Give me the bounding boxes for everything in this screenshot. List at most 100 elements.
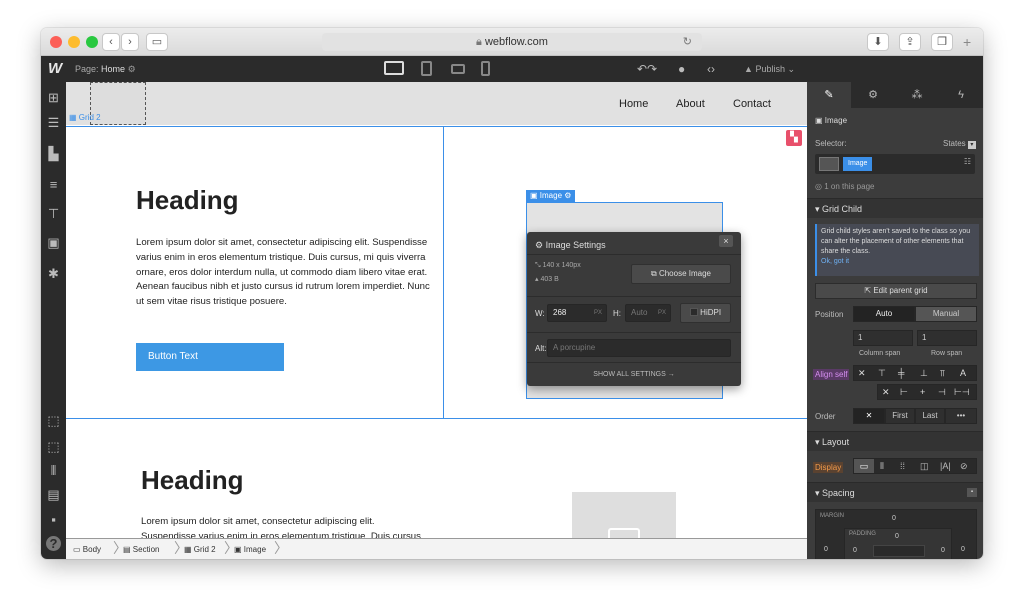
- align-bottom-icon[interactable]: ⊥: [920, 366, 928, 380]
- back-button[interactable]: ‹: [102, 33, 120, 51]
- align-none-icon[interactable]: ✕: [858, 366, 866, 380]
- justify-stretch-icon[interactable]: ⊢⊣: [954, 385, 970, 399]
- reload-icon[interactable]: ↻: [683, 33, 692, 51]
- image-placeholder[interactable]: [572, 492, 676, 538]
- code-icon[interactable]: ‹›: [707, 62, 715, 76]
- display-block-icon[interactable]: ▭: [854, 459, 874, 473]
- selector-menu-icon[interactable]: ☷: [964, 157, 971, 166]
- publish-button[interactable]: ▲ Publish ⌄: [744, 64, 795, 75]
- downloads-button[interactable]: ⬇: [867, 33, 889, 51]
- column-span-input[interactable]: 1: [853, 330, 913, 346]
- tablet-device-icon[interactable]: [421, 61, 432, 76]
- settings-gear-icon[interactable]: ✱: [46, 266, 61, 281]
- tab-style-manager[interactable]: ⁂: [895, 82, 939, 108]
- design-canvas[interactable]: Home About Contact ▦ Grid 2 ▚ Heading Lo…: [66, 82, 807, 538]
- section1-heading[interactable]: Heading: [136, 185, 239, 216]
- section1-paragraph[interactable]: Lorem ipsum dolor sit amet, consectetur …: [136, 236, 432, 310]
- order-more[interactable]: •••: [945, 408, 977, 424]
- spacing-header[interactable]: ▾ Spacing ▪: [807, 482, 983, 502]
- tab-settings[interactable]: ⚙: [851, 82, 895, 108]
- close-window-button[interactable]: [50, 36, 62, 48]
- assets-icon[interactable]: ▣: [46, 235, 61, 250]
- order-last[interactable]: Last: [915, 408, 945, 424]
- breadcrumb-body[interactable]: ▭ Body: [73, 545, 101, 554]
- alt-text-input[interactable]: A porcupine: [547, 339, 731, 357]
- margin-right-value[interactable]: 0: [961, 546, 965, 553]
- nav-link-about[interactable]: About: [676, 98, 705, 110]
- forward-button[interactable]: ›: [121, 33, 139, 51]
- breadcrumb-section[interactable]: ▤ Section: [123, 545, 159, 554]
- padding-top-value[interactable]: 0: [895, 533, 899, 540]
- tabs-button[interactable]: ❐: [931, 33, 953, 51]
- close-popup-button[interactable]: ×: [719, 235, 733, 247]
- pages-icon[interactable]: ▙: [46, 146, 61, 161]
- grid-guides-icon[interactable]: ⦀: [46, 463, 61, 478]
- width-input[interactable]: 268 PX: [547, 304, 607, 322]
- select-cursor-icon[interactable]: ⬚: [46, 413, 61, 428]
- minimize-window-button[interactable]: [68, 36, 80, 48]
- layout-header[interactable]: ▾ Layout: [807, 431, 983, 451]
- maximize-window-button[interactable]: [86, 36, 98, 48]
- preview-mode-icon[interactable]: ▤: [46, 487, 61, 502]
- choose-image-button[interactable]: ⧉ Choose Image: [631, 264, 731, 284]
- sidebar-button[interactable]: ▭: [146, 33, 168, 51]
- margin-box[interactable]: MARGIN 0 0 0 PADDING 0 0 0 0: [815, 509, 977, 559]
- share-button[interactable]: ⇪: [899, 33, 921, 51]
- order-none[interactable]: ✕: [853, 408, 885, 424]
- align-center-icon[interactable]: ╪: [898, 366, 904, 380]
- navigator-icon[interactable]: ☰: [46, 115, 61, 130]
- nav-link-contact[interactable]: Contact: [733, 98, 771, 110]
- justify-none-icon[interactable]: ✕: [882, 385, 890, 399]
- undo-redo-icon[interactable]: ↶↷: [637, 62, 657, 76]
- position-auto[interactable]: Auto: [853, 306, 915, 322]
- display-grid-icon[interactable]: ⁞⁞: [900, 459, 905, 473]
- display-inline-block-icon[interactable]: ◫: [920, 459, 929, 473]
- grid-edit-badge[interactable]: ▚: [786, 130, 802, 146]
- gear-icon[interactable]: ⚙: [564, 191, 571, 200]
- padding-right-value[interactable]: 0: [941, 547, 945, 554]
- margin-top-value[interactable]: 0: [892, 515, 896, 522]
- section2-paragraph[interactable]: Lorem ipsum dolor sit amet, consectetur …: [141, 515, 431, 538]
- mobile-portrait-icon[interactable]: [481, 61, 490, 76]
- cms-icon[interactable]: ≡: [46, 177, 61, 192]
- ecommerce-icon[interactable]: ⊤: [46, 206, 61, 221]
- add-panel-icon[interactable]: ⊞: [46, 90, 61, 105]
- justify-end-icon[interactable]: ⊣: [938, 385, 946, 399]
- align-stretch-icon[interactable]: ⫪: [940, 366, 945, 380]
- height-input[interactable]: Auto PX: [625, 304, 671, 322]
- padding-box[interactable]: PADDING 0 0 0 0: [844, 528, 952, 559]
- help-icon[interactable]: ?: [46, 536, 61, 551]
- address-bar[interactable]: 🔒︎ webflow.com ↻: [322, 33, 702, 51]
- align-top-icon[interactable]: ⊤: [878, 366, 886, 380]
- preview-icon[interactable]: ●: [678, 62, 685, 76]
- selector-chip[interactable]: Image: [843, 157, 873, 171]
- position-manual[interactable]: Manual: [915, 306, 977, 322]
- nav-link-home[interactable]: Home: [619, 98, 648, 110]
- tab-style[interactable]: ✎: [807, 82, 851, 108]
- justify-start-icon[interactable]: ⊢: [900, 385, 908, 399]
- tab-interactions[interactable]: ϟ: [939, 82, 983, 108]
- xray-icon[interactable]: ⬚: [46, 439, 61, 454]
- mobile-landscape-icon[interactable]: [451, 64, 465, 74]
- webflow-logo[interactable]: W: [48, 60, 62, 77]
- selector-field[interactable]: Image ☷: [815, 154, 975, 174]
- breadcrumb-grid[interactable]: ▦ Grid 2: [184, 545, 216, 554]
- hidpi-checkbox[interactable]: [689, 308, 698, 316]
- section2-heading[interactable]: Heading: [141, 465, 244, 496]
- justify-center-icon[interactable]: +: [920, 385, 925, 399]
- order-first[interactable]: First: [885, 408, 915, 424]
- breadcrumb-image[interactable]: ▣ Image: [234, 545, 266, 554]
- navbar[interactable]: Home About Contact ▦ Grid 2: [66, 82, 807, 125]
- page-selector[interactable]: Page: Home ⚙: [75, 64, 136, 75]
- align-baseline-icon[interactable]: A: [960, 366, 966, 380]
- edit-parent-grid-button[interactable]: ⇱ Edit parent grid: [815, 283, 977, 299]
- show-all-settings-link[interactable]: SHOW ALL SETTINGS →: [527, 362, 741, 386]
- hidpi-toggle[interactable]: HiDPI: [680, 303, 731, 323]
- display-inline-icon[interactable]: |A|: [940, 459, 951, 473]
- row-span-input[interactable]: 1: [917, 330, 977, 346]
- desktop-device-icon[interactable]: [384, 61, 404, 75]
- spacing-preset-icon[interactable]: ▪: [967, 488, 977, 497]
- display-flex-icon[interactable]: ⦀: [880, 459, 884, 473]
- cta-button[interactable]: Button Text: [136, 343, 284, 371]
- margin-left-value[interactable]: 0: [824, 546, 828, 553]
